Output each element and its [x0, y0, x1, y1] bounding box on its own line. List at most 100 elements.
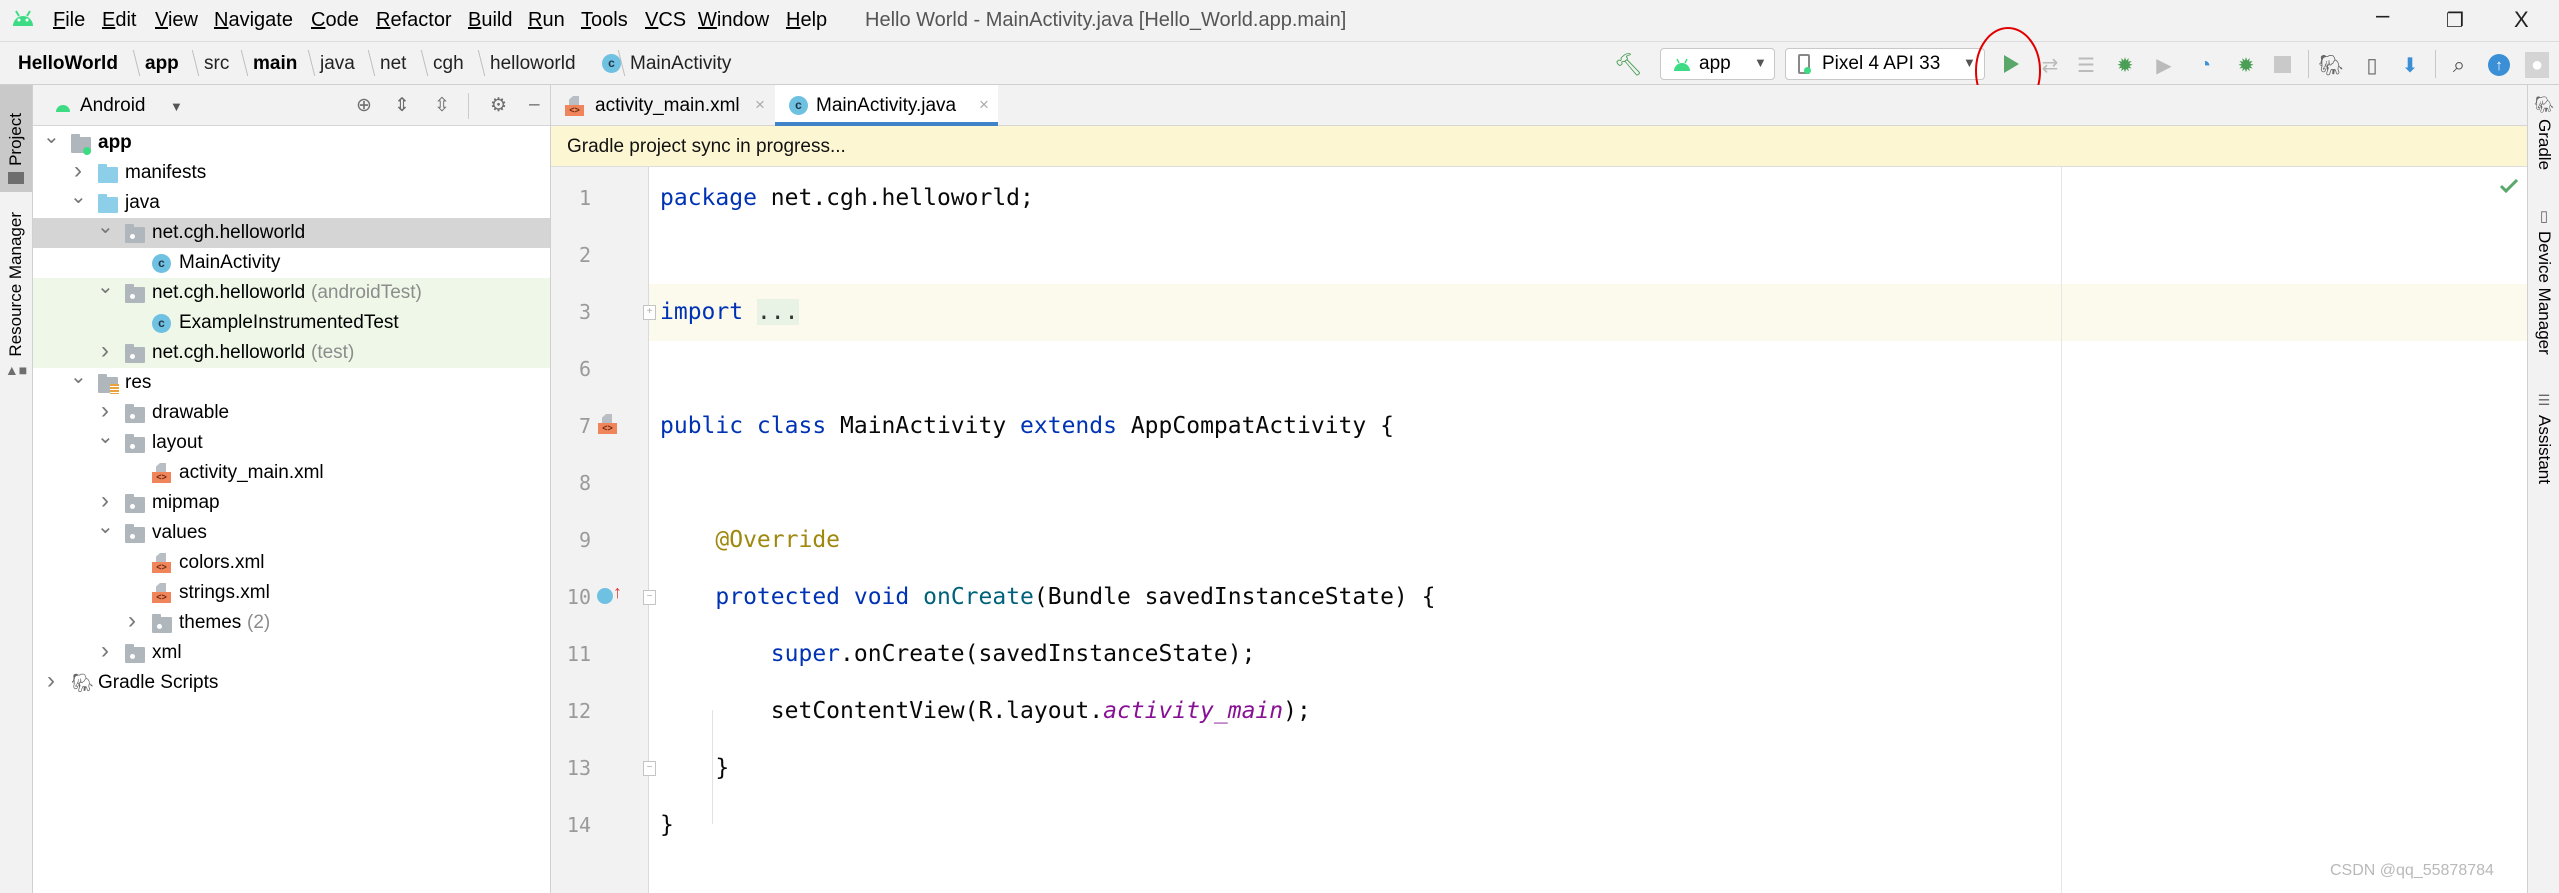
menu-window[interactable]: Window: [698, 9, 769, 32]
fold-collapse-icon[interactable]: −: [643, 590, 656, 605]
override-method-icon[interactable]: [597, 588, 613, 604]
hide-panel-icon[interactable]: –: [529, 94, 540, 116]
menu-navigate[interactable]: Navigate: [214, 9, 293, 32]
debug-attach-icon[interactable]: ✹: [2235, 54, 2257, 77]
apply-code-changes-icon[interactable]: ☰: [2075, 54, 2097, 77]
device-dropdown[interactable]: Pixel 4 API 33 ▼: [1785, 48, 1985, 80]
tree-item[interactable]: ⌄ net.cgh.helloworld (androidTest): [33, 276, 550, 308]
breadcrumb-item[interactable]: helloworld: [490, 53, 576, 75]
profiler-icon[interactable]: ◔: [2194, 54, 2216, 76]
code-line[interactable]: super.onCreate(savedInstanceState);: [660, 626, 1256, 683]
tree-item[interactable]: › manifests: [33, 157, 550, 188]
code-line[interactable]: import ...: [660, 284, 799, 341]
tree-item[interactable]: › 🐘︎ Gradle Scripts: [33, 666, 550, 698]
menu-run[interactable]: Run: [528, 9, 565, 32]
tree-item[interactable]: <> colors.xml: [33, 548, 550, 578]
locate-file-icon[interactable]: ⊕: [356, 94, 372, 117]
chevron-down-icon[interactable]: ⌄: [70, 182, 87, 212]
fold-expand-icon[interactable]: +: [643, 305, 656, 320]
menu-view[interactable]: View: [155, 9, 198, 32]
sdk-manager-icon[interactable]: ⬇: [2399, 54, 2421, 77]
expand-all-icon[interactable]: ⇕: [394, 94, 410, 117]
device-manager-tool-tab[interactable]: ▯ Device Manager: [2528, 207, 2559, 355]
menu-edit[interactable]: Edit: [102, 9, 136, 32]
restore-button[interactable]: ❐: [2446, 8, 2464, 33]
gradle-sync-icon[interactable]: 🐘︎: [2318, 54, 2343, 77]
breadcrumb-item[interactable]: net: [380, 53, 406, 75]
chevron-down-icon[interactable]: ⌄: [97, 272, 114, 302]
minimize-button[interactable]: –: [2376, 2, 2389, 30]
close-window-button[interactable]: X: [2514, 7, 2529, 33]
code-line[interactable]: @Override: [660, 512, 840, 569]
resource-manager-tool-tab[interactable]: Resource Manager ▲■: [0, 205, 32, 385]
code-line[interactable]: }: [660, 740, 729, 797]
menu-vcs[interactable]: VCS: [645, 9, 686, 32]
menu-refactor[interactable]: Refactor: [376, 9, 452, 32]
code-editor[interactable]: 1 2 3 6 7 <> 8 9 10 ↑ 11 12 13 14 package net.cgh.hel…: [551, 167, 2527, 893]
code-token-keyword: public class: [660, 413, 827, 439]
collapse-all-icon[interactable]: ⇳: [434, 94, 450, 117]
tree-item[interactable]: ⌄ res: [33, 366, 550, 398]
tab-activity-main-xml[interactable]: <> activity_main.xml ×: [551, 85, 774, 126]
chevron-down-icon[interactable]: ▼: [170, 99, 183, 114]
chevron-down-icon[interactable]: ⌄: [97, 212, 114, 242]
tree-item[interactable]: ⌄ layout: [33, 426, 550, 458]
line-number: 7: [578, 414, 591, 438]
chevron-right-icon[interactable]: ›: [43, 666, 59, 696]
update-icon[interactable]: ↑: [2488, 54, 2510, 76]
breadcrumb-item[interactable]: app: [145, 53, 179, 75]
chevron-down-icon[interactable]: ⌄: [70, 362, 87, 392]
tree-item[interactable]: c ExampleInstrumentedTest: [33, 308, 550, 338]
chevron-down-icon[interactable]: ⌄: [97, 422, 114, 452]
avatar-icon[interactable]: ●: [2525, 52, 2549, 78]
tree-item[interactable]: <> strings.xml: [33, 578, 550, 608]
layout-xml-icon[interactable]: <>: [598, 414, 617, 434]
breadcrumb-item[interactable]: MainActivity: [630, 53, 731, 75]
gradle-tool-tab[interactable]: 🐘︎ Gradle: [2528, 95, 2559, 170]
attach-debugger-icon[interactable]: ▶: [2153, 54, 2175, 77]
chevron-right-icon[interactable]: ›: [97, 336, 113, 366]
device-manager-icon[interactable]: ▯: [2361, 54, 2383, 77]
chevron-down-icon[interactable]: ⌄: [97, 512, 114, 542]
menu-help[interactable]: Help: [786, 9, 827, 32]
run-config-dropdown[interactable]: app ▼: [1660, 48, 1775, 80]
breadcrumb-item[interactable]: src: [204, 53, 229, 75]
close-icon[interactable]: ×: [979, 95, 989, 115]
breadcrumb-item[interactable]: HelloWorld: [18, 53, 118, 75]
code-line[interactable]: public class MainActivity extends AppCom…: [660, 398, 1394, 455]
assistant-tool-tab[interactable]: ☰ Assistant: [2528, 392, 2559, 484]
code-line[interactable]: protected void onCreate(Bundle savedInst…: [660, 569, 1435, 626]
tree-item[interactable]: ⌄ net.cgh.helloworld: [33, 216, 550, 248]
debug-icon[interactable]: ✹: [2114, 54, 2136, 77]
code-line[interactable]: }: [660, 797, 674, 854]
code-line[interactable]: package net.cgh.helloworld;: [660, 170, 1034, 227]
tree-item-label: themes: [179, 612, 242, 633]
tree-item[interactable]: › net.cgh.helloworld (test): [33, 336, 550, 368]
breadcrumb-item[interactable]: java: [320, 53, 355, 75]
project-tool-tab[interactable]: Project: [0, 85, 32, 192]
stop-icon[interactable]: [2274, 56, 2291, 73]
breadcrumb-item[interactable]: cgh: [433, 53, 464, 75]
apply-changes-icon[interactable]: ⇄: [2039, 54, 2061, 77]
tree-item[interactable]: <> activity_main.xml: [33, 458, 550, 488]
view-mode-selector[interactable]: Android: [80, 95, 146, 117]
chevron-right-icon[interactable]: ›: [97, 636, 113, 666]
search-icon[interactable]: ⌕: [2448, 52, 2470, 77]
tab-mainactivity-java[interactable]: c MainActivity.java ×: [775, 85, 998, 126]
tree-item[interactable]: ⌄ app: [33, 126, 550, 158]
code-line[interactable]: setContentView(R.layout.activity_main);: [660, 683, 1311, 740]
menu-tools[interactable]: Tools: [581, 9, 628, 32]
fold-collapse-icon[interactable]: −: [643, 761, 656, 776]
breadcrumb-item[interactable]: main: [253, 53, 297, 75]
hammer-icon[interactable]: 🔨︎: [1614, 52, 1642, 77]
menu-code[interactable]: Code: [311, 9, 359, 32]
gear-icon[interactable]: ⚙: [490, 94, 507, 117]
tree-item[interactable]: ⌄ values: [33, 516, 550, 548]
close-icon[interactable]: ×: [755, 95, 765, 115]
menu-build[interactable]: Build: [468, 9, 512, 32]
chevron-right-icon[interactable]: ›: [124, 606, 140, 636]
chevron-down-icon[interactable]: ⌄: [43, 122, 60, 152]
menu-file[interactable]: File: [53, 9, 85, 32]
tree-item[interactable]: › xml: [33, 636, 550, 668]
tree-item[interactable]: › themes (2): [33, 606, 550, 638]
